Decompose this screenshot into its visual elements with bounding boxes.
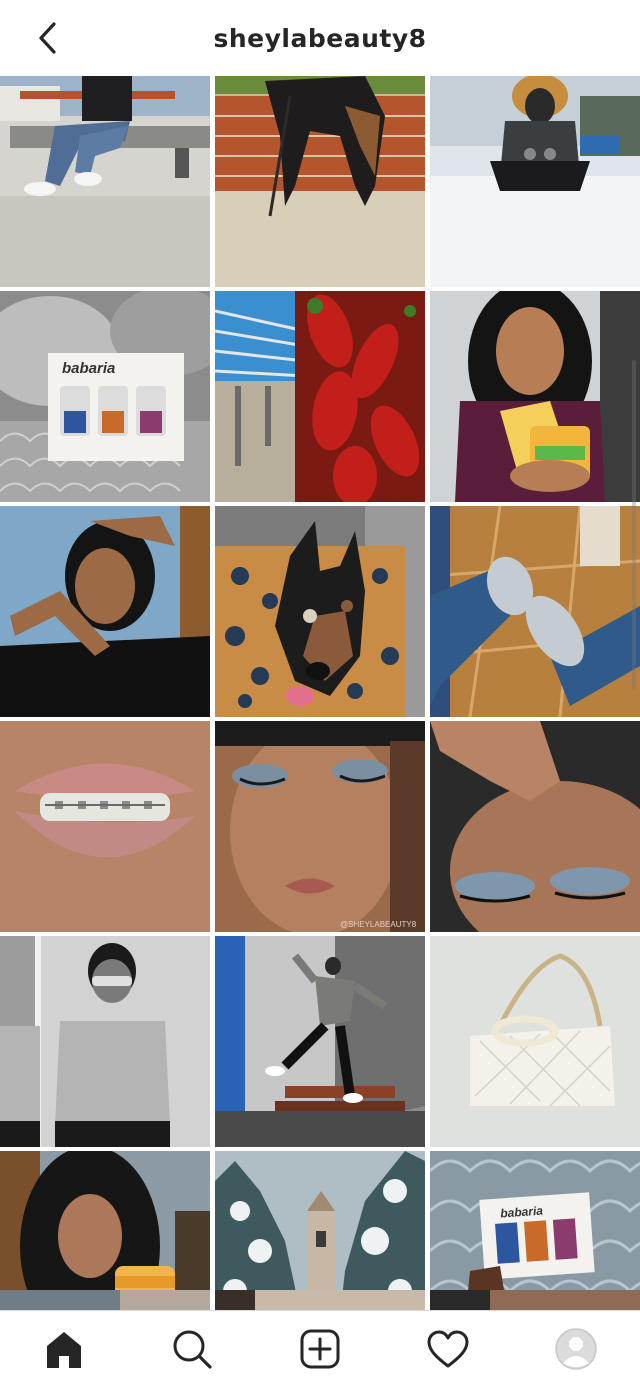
post-thumbnail[interactable]	[0, 1290, 210, 1310]
avatar-icon	[555, 1327, 597, 1370]
post-thumbnail[interactable]	[430, 76, 640, 287]
post-thumbnail[interactable]	[430, 1290, 640, 1310]
svg-text:babaria: babaria	[62, 360, 115, 377]
home-icon	[47, 1331, 81, 1368]
scrollbar[interactable]	[632, 360, 636, 690]
post-thumbnail[interactable]	[430, 936, 640, 1147]
post-image	[215, 1151, 425, 1310]
post-image: babaria	[0, 291, 210, 502]
post-image	[0, 76, 210, 287]
post-thumbnail[interactable]	[0, 506, 210, 717]
top-bar: sheylabeauty8	[0, 0, 640, 76]
post-thumbnail[interactable]	[430, 721, 640, 932]
chevron-left-icon	[39, 22, 56, 54]
post-image	[215, 936, 425, 1147]
bottom-navigation	[0, 1310, 640, 1386]
post-image	[430, 506, 640, 717]
back-button[interactable]	[28, 18, 68, 58]
post-thumbnail[interactable]	[0, 76, 210, 287]
post-image	[215, 1290, 425, 1310]
post-thumbnail[interactable]	[215, 936, 425, 1147]
post-image	[430, 721, 640, 932]
post-thumbnail[interactable]	[430, 291, 640, 502]
post-thumbnail[interactable]: babaria	[430, 1151, 640, 1310]
nav-profile-button[interactable]	[544, 1317, 608, 1381]
nav-activity-button[interactable]	[416, 1317, 480, 1381]
post-thumbnail[interactable]	[215, 506, 425, 717]
search-icon	[173, 1330, 212, 1369]
post-image	[430, 76, 640, 287]
svg-text:@SHEYLABEAUTY8: @SHEYLABEAUTY8	[340, 920, 417, 929]
post-thumbnail[interactable]	[0, 721, 210, 932]
post-image	[430, 936, 640, 1147]
post-thumbnail[interactable]: @SHEYLABEAUTY8	[215, 721, 425, 932]
post-image	[0, 506, 210, 717]
post-image: babaria	[430, 1151, 640, 1310]
post-image	[0, 721, 210, 932]
nav-create-button[interactable]	[288, 1317, 352, 1381]
post-image	[0, 936, 210, 1147]
post-image	[430, 291, 640, 502]
post-thumbnail[interactable]	[215, 76, 425, 287]
post-image	[430, 1290, 640, 1310]
profile-username[interactable]: sheylabeauty8	[213, 24, 426, 53]
add-post-icon	[300, 1329, 340, 1368]
heart-icon	[427, 1330, 469, 1367]
post-image: @SHEYLABEAUTY8	[215, 721, 425, 932]
post-thumbnail[interactable]	[0, 936, 210, 1147]
post-thumbnail[interactable]: babaria	[0, 291, 210, 502]
post-thumbnail[interactable]	[215, 1151, 425, 1310]
post-image	[215, 76, 425, 287]
post-image	[215, 506, 425, 717]
post-thumbnail[interactable]: @SHEYLABEAUTY8	[0, 1151, 210, 1310]
svg-text:babaria: babaria	[500, 1204, 544, 1221]
nav-search-button[interactable]	[160, 1317, 224, 1381]
post-image: @SHEYLABEAUTY8	[0, 1151, 210, 1310]
posts-grid: babaria @SHEYLABEAUTY8 babaria	[0, 76, 640, 1310]
post-thumbnail[interactable]	[215, 1290, 425, 1310]
post-thumbnail[interactable]	[430, 506, 640, 717]
post-image	[0, 1290, 210, 1310]
post-thumbnail[interactable]	[215, 291, 425, 502]
nav-home-button[interactable]	[32, 1317, 96, 1381]
post-image	[215, 291, 425, 502]
